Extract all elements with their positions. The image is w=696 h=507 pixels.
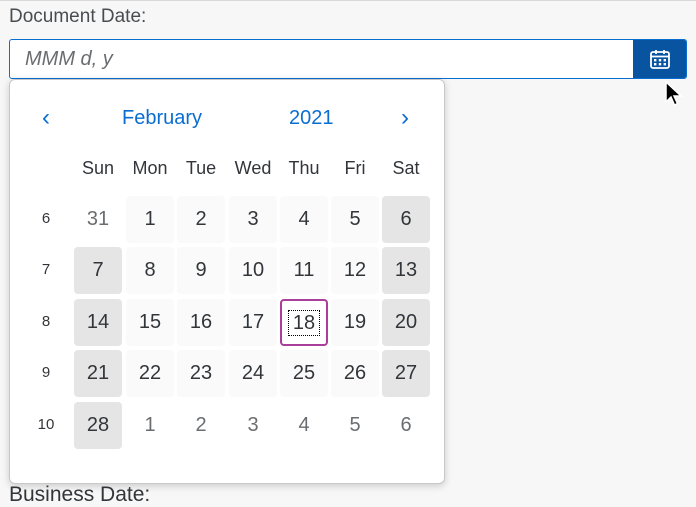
day-cell[interactable]: 8: [126, 247, 174, 294]
day-cell[interactable]: 17: [229, 299, 277, 346]
day-number: 18: [287, 309, 321, 336]
day-cell[interactable]: 15: [126, 299, 174, 346]
day-number: 6: [400, 208, 412, 230]
day-number: 5: [349, 414, 361, 436]
day-number: 11: [293, 259, 315, 281]
weekday-header: Sat: [392, 158, 420, 178]
previous-month-button[interactable]: ‹: [31, 102, 61, 134]
chevron-right-icon: ›: [401, 104, 409, 131]
day-number: 27: [394, 362, 418, 384]
week-number: 10: [37, 416, 55, 433]
calendar-popover: ‹ February 2021 › Sun Mon Tue Wed Thu Fr…: [9, 79, 445, 484]
day-number: 2: [195, 208, 207, 230]
day-number: 26: [343, 362, 367, 384]
weekday-header: Mon: [132, 158, 168, 178]
day-cell[interactable]: 23: [177, 350, 225, 397]
day-number: 7: [92, 259, 104, 281]
weekday-header: Thu: [288, 158, 320, 178]
day-cell[interactable]: 24: [229, 350, 277, 397]
open-calendar-button[interactable]: [633, 40, 686, 78]
day-number: 13: [394, 259, 418, 281]
day-number: 16: [189, 311, 213, 333]
day-cell[interactable]: 5: [331, 196, 379, 243]
day-cell[interactable]: 10: [229, 247, 277, 294]
day-cell-other-month[interactable]: 5: [331, 402, 379, 449]
day-number: 31: [86, 208, 110, 230]
day-cell[interactable]: 4: [280, 196, 328, 243]
day-cell[interactable]: 22: [126, 350, 174, 397]
day-cell-other-month[interactable]: 1: [126, 402, 174, 449]
day-cell-other-month[interactable]: 3: [229, 402, 277, 449]
day-cell[interactable]: 21: [74, 350, 122, 397]
weekday-header: Fri: [344, 158, 366, 178]
mouse-pointer-icon: [665, 80, 683, 107]
week-number: 7: [41, 261, 51, 278]
day-cell[interactable]: 3: [229, 196, 277, 243]
day-number: 3: [247, 208, 259, 230]
day-number: 23: [189, 362, 213, 384]
day-number: 1: [144, 208, 156, 230]
day-number: 19: [343, 311, 367, 333]
document-date-input[interactable]: [10, 40, 634, 78]
day-cell[interactable]: 28: [74, 402, 122, 449]
day-number: 24: [241, 362, 265, 384]
day-cell[interactable]: 26: [331, 350, 379, 397]
day-cell-other-month[interactable]: 6: [382, 402, 430, 449]
top-divider: [0, 0, 696, 1]
day-number: 4: [298, 208, 310, 230]
business-date-label: Business Date:: [9, 483, 151, 506]
day-cell[interactable]: 27: [382, 350, 430, 397]
day-cell[interactable]: 12: [331, 247, 379, 294]
day-cell[interactable]: 1: [126, 196, 174, 243]
day-number: 14: [86, 311, 110, 333]
calendar-icon: [649, 50, 670, 69]
day-cell-other-month[interactable]: 4: [280, 402, 328, 449]
week-number: 9: [41, 364, 51, 381]
chevron-left-icon: ‹: [42, 104, 50, 131]
day-cell[interactable]: 13: [382, 247, 430, 294]
day-number: 4: [298, 414, 310, 436]
day-number: 9: [195, 259, 207, 281]
weekday-header: Wed: [234, 158, 272, 178]
weekday-header: Tue: [185, 158, 217, 178]
day-cell[interactable]: 6: [382, 196, 430, 243]
day-cell-other-month[interactable]: 31: [74, 196, 122, 243]
day-cell[interactable]: 2: [177, 196, 225, 243]
week-number: 6: [41, 210, 51, 227]
month-picker-button[interactable]: February: [122, 107, 202, 130]
day-number: 5: [349, 208, 361, 230]
day-cell[interactable]: 19: [331, 299, 379, 346]
day-number: 15: [138, 311, 162, 333]
day-number: 8: [144, 259, 156, 281]
day-cell[interactable]: 7: [74, 247, 122, 294]
day-cell[interactable]: 9: [177, 247, 225, 294]
day-number: 10: [241, 259, 265, 281]
week-number: 8: [41, 313, 51, 330]
day-number: 1: [144, 414, 156, 436]
day-cell[interactable]: 20: [382, 299, 430, 346]
day-number: 6: [400, 414, 412, 436]
day-number: 2: [195, 414, 207, 436]
day-number: 22: [138, 362, 162, 384]
day-number: 12: [343, 259, 367, 281]
day-number: 17: [241, 311, 265, 333]
document-date-label: Document Date:: [9, 6, 147, 27]
day-cell-today[interactable]: 18: [280, 299, 328, 346]
day-cell[interactable]: 11: [280, 247, 328, 294]
day-number: 25: [292, 362, 316, 384]
year-picker-button[interactable]: 2021: [289, 107, 334, 130]
weekday-header: Sun: [81, 158, 115, 178]
day-cell-other-month[interactable]: 2: [177, 402, 225, 449]
day-cell[interactable]: 25: [280, 350, 328, 397]
day-number: 28: [86, 414, 110, 436]
document-date-field[interactable]: [9, 39, 687, 79]
day-number: 3: [247, 414, 259, 436]
next-month-button[interactable]: ›: [390, 102, 420, 134]
day-number: 20: [394, 311, 418, 333]
day-number: 21: [86, 362, 110, 384]
day-cell[interactable]: 14: [74, 299, 122, 346]
day-cell[interactable]: 16: [177, 299, 225, 346]
